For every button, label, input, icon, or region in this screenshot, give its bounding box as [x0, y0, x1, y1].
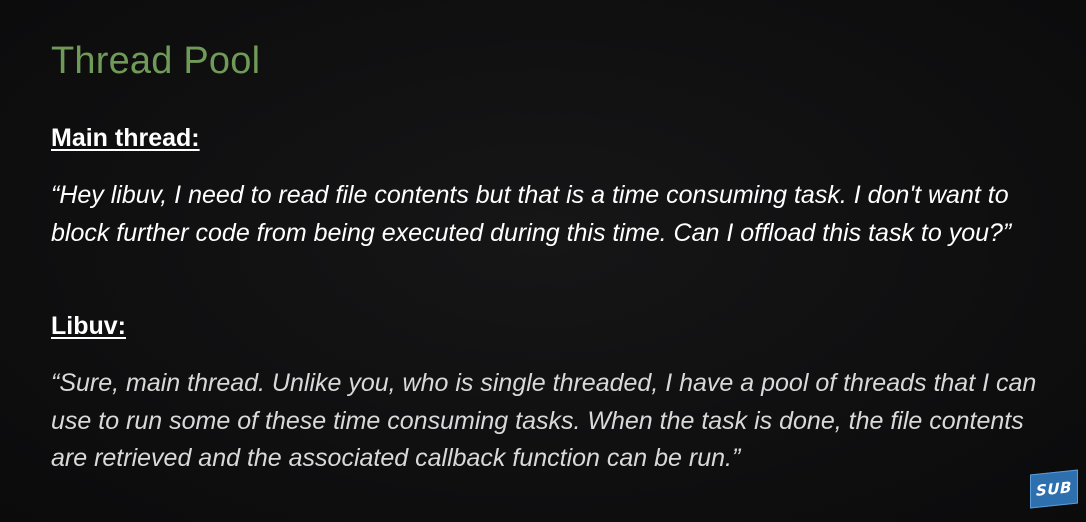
quote-main-thread: “Hey libuv, I need to read file contents… — [51, 181, 1012, 247]
sub-badge-icon: SUB — [1030, 469, 1078, 509]
slide: Thread Pool Main thread: “Hey libuv, I n… — [0, 0, 1086, 522]
speaker-libuv: Libuv: — [51, 312, 126, 340]
slide-title: Thread Pool — [51, 40, 261, 82]
speaker-main-thread: Main thread: — [51, 124, 200, 152]
quote-libuv: “Sure, main thread. Unlike you, who is s… — [51, 369, 1037, 472]
sub-badge-label: SUB — [1036, 478, 1072, 500]
